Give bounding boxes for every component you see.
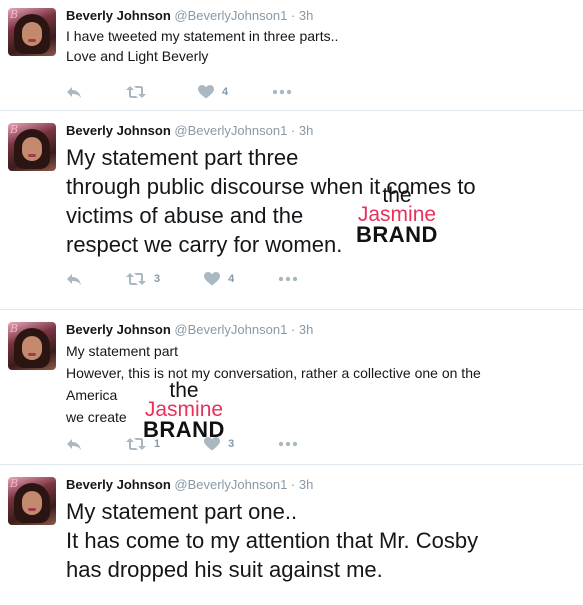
avatar-logo-mark: B (10, 123, 19, 136)
author-name[interactable]: Beverly Johnson (66, 123, 171, 138)
author-handle[interactable]: @BeverlyJohnson1 · 3h (174, 322, 313, 337)
tweet[interactable]: B Beverly Johnson @BeverlyJohnson1 · 3h … (0, 465, 583, 605)
like-button[interactable]: 4 (204, 272, 234, 286)
reply-icon (67, 274, 81, 285)
author-handle[interactable]: @BeverlyJohnson1 · 3h (174, 123, 313, 138)
heart-icon (204, 437, 221, 451)
retweet-button[interactable] (126, 85, 154, 99)
retweet-count: 3 (154, 273, 161, 285)
tweet-text-line: America (66, 387, 118, 403)
tweet-text-line: through public discourse when it comes t… (66, 174, 476, 199)
retweet-icon (126, 86, 146, 98)
avatar[interactable]: B (8, 123, 56, 171)
tweet-feed: B Beverly Johnson @BeverlyJohnson1 · 3h … (0, 0, 583, 605)
retweet-icon (126, 273, 146, 285)
retweet-count: 1 (154, 438, 161, 450)
avatar-logo-mark: B (10, 322, 19, 335)
tweet-text-line: we create (66, 409, 127, 425)
tweet-actions: 4 (66, 66, 573, 112)
author-name[interactable]: Beverly Johnson (66, 322, 171, 337)
tweet-text-line: My statement part (66, 343, 179, 359)
like-count: 4 (222, 86, 229, 98)
tweet-text-line: has dropped his suit against me. (66, 557, 383, 582)
retweet-button[interactable]: 3 (126, 272, 160, 286)
tweet-text-line: respect we carry for women. (66, 232, 343, 257)
tweet-header: Beverly Johnson @BeverlyJohnson1 · 3h (66, 318, 573, 338)
heart-icon (204, 272, 221, 286)
tweet[interactable]: B Beverly Johnson @BeverlyJohnson1 · 3h … (0, 0, 583, 111)
tweet-header: Beverly Johnson @BeverlyJohnson1 · 3h (66, 8, 573, 24)
reply-icon (67, 439, 81, 450)
tweet-text: My statement part However, this is not m… (66, 340, 573, 428)
tweet-header: Beverly Johnson @BeverlyJohnson1 · 3h (66, 473, 573, 493)
tweet-text: My statement part one.. It has come to m… (66, 497, 573, 584)
tweet[interactable]: B Beverly Johnson @BeverlyJohnson1 · 3h … (0, 310, 583, 465)
tweet-text-line: It has come to my attention that Mr. Cos… (66, 528, 479, 553)
author-name[interactable]: Beverly Johnson (66, 477, 171, 492)
heart-icon (198, 85, 214, 99)
tweet-text-line: However, this is not my conversation, ra… (66, 365, 481, 381)
more-button[interactable] (278, 441, 298, 447)
avatar[interactable]: B (8, 8, 56, 56)
tweet-text-line: victims of abuse and the (66, 203, 304, 228)
tweet-text-line: Love and Light Beverly (66, 48, 209, 64)
retweet-button[interactable]: 1 (126, 437, 160, 451)
avatar[interactable]: B (8, 477, 56, 525)
more-icon (272, 89, 292, 95)
like-count: 3 (228, 438, 235, 450)
like-button[interactable]: 3 (204, 437, 234, 451)
avatar[interactable]: B (8, 322, 56, 370)
tweet-actions: 3 4 (66, 259, 573, 299)
more-icon (279, 276, 298, 282)
tweet-actions: 1 3 (66, 428, 573, 464)
more-button[interactable] (272, 89, 292, 95)
reply-button[interactable] (66, 85, 82, 99)
reply-icon (67, 87, 81, 98)
more-button[interactable] (278, 276, 298, 282)
retweet-icon (126, 438, 146, 450)
tweet-text-line: My statement part one.. (66, 499, 298, 524)
avatar-logo-mark: B (10, 8, 19, 21)
reply-button[interactable] (66, 437, 82, 451)
tweet-text: I have tweeted my statement in three par… (66, 26, 573, 66)
tweet-text-line: I have tweeted my statement in three par… (66, 28, 339, 44)
tweet-header: Beverly Johnson @BeverlyJohnson1 · 3h (66, 119, 573, 139)
tweet-text: My statement part three through public d… (66, 143, 573, 259)
author-name[interactable]: Beverly Johnson (66, 8, 171, 23)
tweet-text-line: My statement part three (66, 145, 299, 170)
like-button[interactable]: 4 (198, 85, 228, 99)
reply-button[interactable] (66, 272, 82, 286)
author-handle[interactable]: @BeverlyJohnson1 · 3h (174, 477, 313, 492)
author-handle[interactable]: @BeverlyJohnson1 · 3h (174, 8, 313, 23)
tweet[interactable]: B Beverly Johnson @BeverlyJohnson1 · 3h … (0, 111, 583, 310)
like-count: 4 (228, 273, 235, 285)
more-icon (279, 441, 298, 447)
avatar-logo-mark: B (10, 477, 19, 490)
